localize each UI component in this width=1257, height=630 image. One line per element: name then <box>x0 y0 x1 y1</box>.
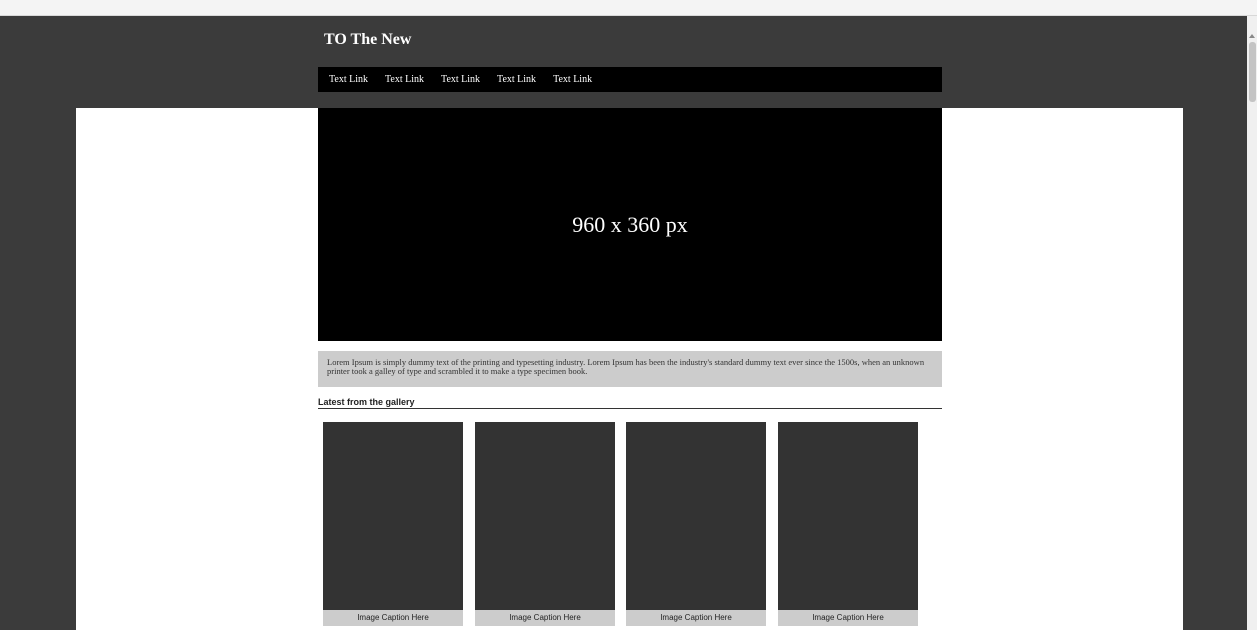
nav-link-5[interactable]: Text Link <box>553 74 592 85</box>
nav-link-4[interactable]: Text Link <box>497 74 536 85</box>
gallery-image[interactable] <box>778 422 918 610</box>
browser-toolbar <box>0 0 1257 16</box>
gallery-image[interactable] <box>475 422 615 610</box>
vertical-scrollbar[interactable] <box>1247 16 1257 630</box>
scrollbar-thumb[interactable] <box>1249 42 1256 102</box>
site-title[interactable]: TO The New <box>324 31 411 49</box>
gallery-caption: Image Caption Here <box>626 610 766 626</box>
main-navigation: Text Link Text Link Text Link Text Link … <box>318 67 942 92</box>
gallery-item: Image Caption Here <box>475 422 615 630</box>
gallery-caption: Image Caption Here <box>323 610 463 626</box>
gallery-caption: Image Caption Here <box>475 610 615 626</box>
hero-banner: 960 x 360 px <box>318 108 942 341</box>
nav-link-3[interactable]: Text Link <box>441 74 480 85</box>
gallery-item: Image Caption Here <box>323 422 463 630</box>
scroll-up-arrow-icon[interactable] <box>1249 34 1255 38</box>
gallery-caption: Image Caption Here <box>778 610 918 626</box>
site-header: TO The New Text Link Text Link Text Link… <box>76 16 1183 108</box>
gallery: Image Caption Here Image Caption Here Im… <box>323 422 923 630</box>
gallery-heading: Latest from the gallery <box>318 397 942 409</box>
page: TO The New Text Link Text Link Text Link… <box>76 16 1183 630</box>
gallery-item: Image Caption Here <box>626 422 766 630</box>
gallery-image[interactable] <box>626 422 766 610</box>
hero-placeholder-text: 960 x 360 px <box>572 211 688 237</box>
intro-text: Lorem Ipsum is simply dummy text of the … <box>318 351 942 387</box>
gallery-item: Image Caption Here <box>778 422 918 630</box>
nav-link-1[interactable]: Text Link <box>329 74 368 85</box>
nav-link-2[interactable]: Text Link <box>385 74 424 85</box>
gallery-image[interactable] <box>323 422 463 610</box>
